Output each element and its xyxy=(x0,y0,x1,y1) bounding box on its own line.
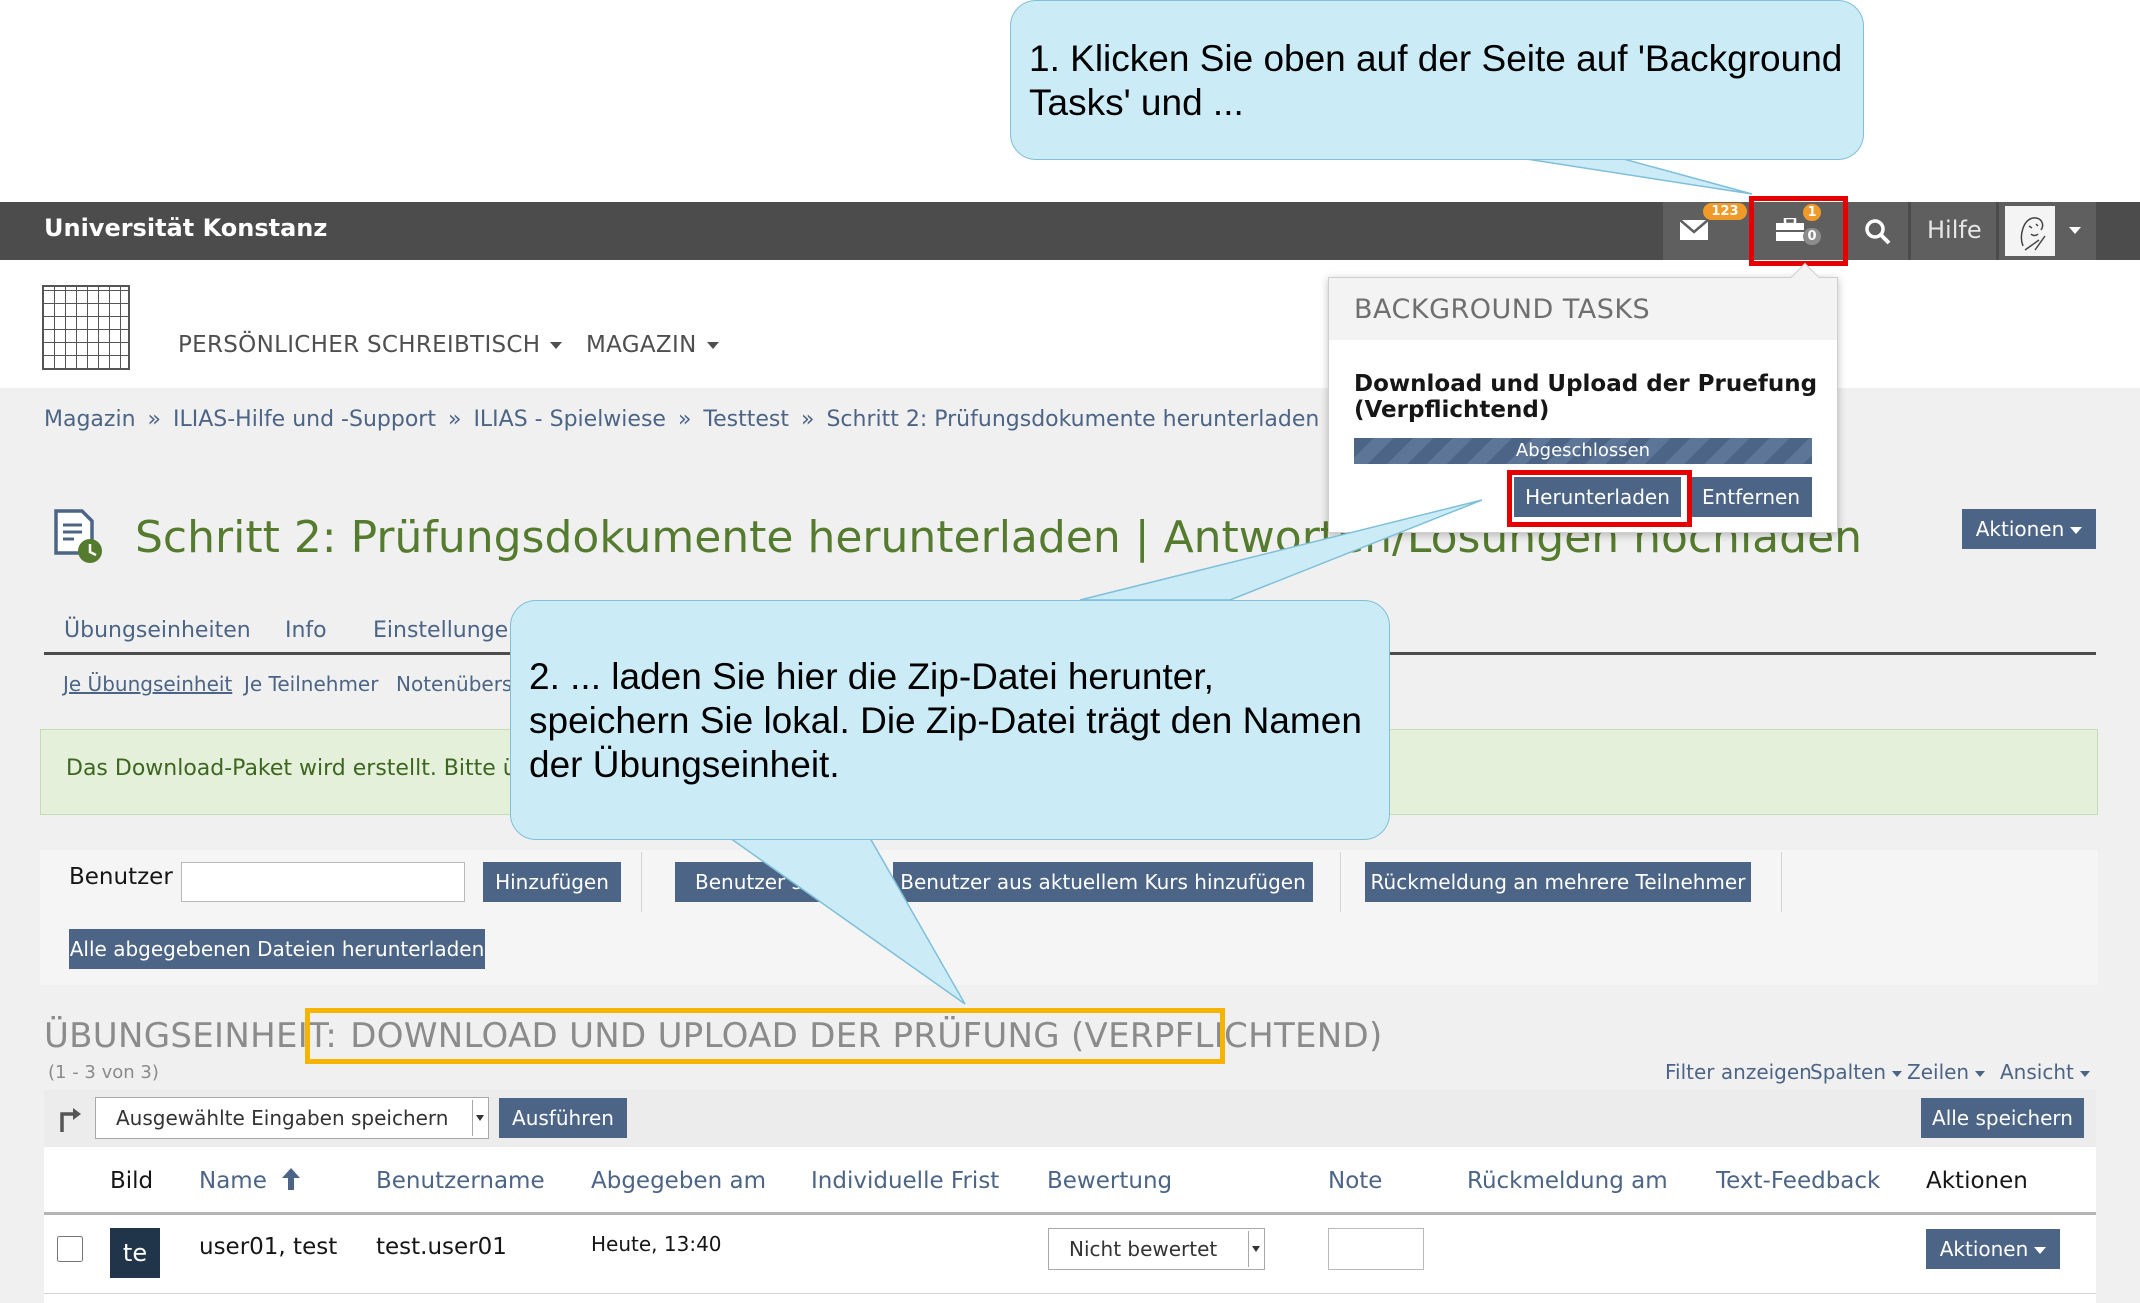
callout-tail-2-upper xyxy=(1079,499,1483,601)
callout-tail-1 xyxy=(1519,157,1753,195)
callout-tail-2-lower xyxy=(727,837,966,1005)
callout-step-1: 1. Klicken Sie oben auf der Seite auf 'B… xyxy=(1010,0,1864,160)
callout-step-2: 2. ... laden Sie hier die Zip-Datei heru… xyxy=(510,600,1390,840)
callout-step-1-text: 1. Klicken Sie oben auf der Seite auf 'B… xyxy=(1029,38,1843,123)
callout-step-2-text: 2. ... laden Sie hier die Zip-Datei heru… xyxy=(529,656,1362,785)
